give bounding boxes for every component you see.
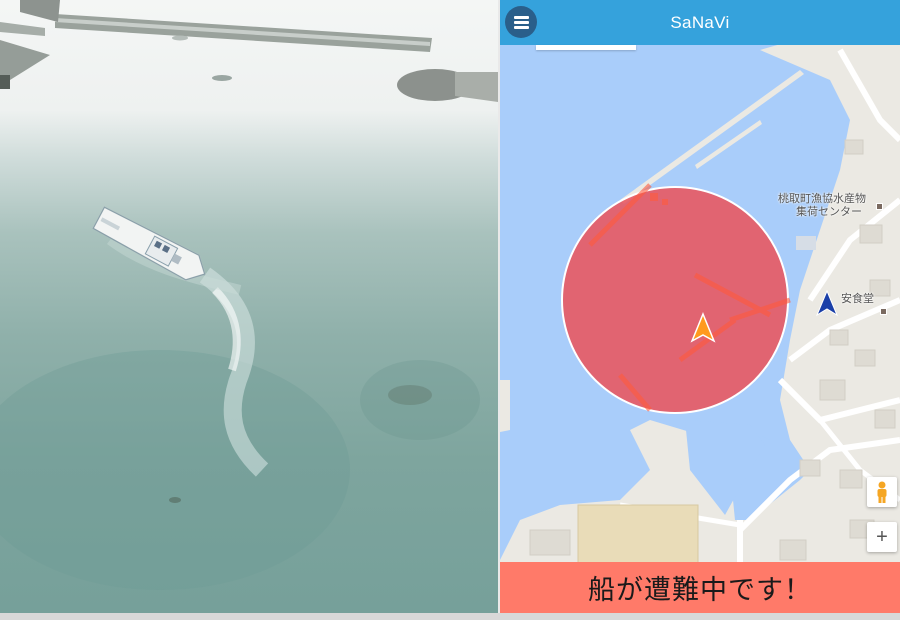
aerial-photo-scene [0,0,498,590]
menu-button[interactable] [505,6,537,38]
sanavi-app-screen: 桃取町漁協水産物 集荷センター 安食堂 SaNaVi + 船が遭難中です！ [500,0,900,613]
street-view-button[interactable] [867,477,897,507]
distress-alert-zone [561,186,789,414]
bottom-edge-bar [0,613,900,620]
poi-restaurant-pin-icon[interactable] [880,308,887,315]
poi-restaurant-label[interactable]: 安食堂 [841,292,874,305]
distress-alert-message: 船が遭難中です！ [588,575,812,606]
aerial-photo [0,0,498,613]
map-search-box[interactable] [536,45,636,50]
poi-fish-center-pin-icon[interactable] [876,203,883,210]
pegman-icon [877,481,887,503]
zoom-in-button[interactable]: + [867,522,897,552]
harbor-map[interactable] [500,0,900,613]
app-header: SaNaVi [500,0,900,45]
distress-alert-banner: 船が遭難中です！ [500,562,900,613]
poi-fish-center-line2: 集荷センター [796,205,862,218]
poi-fish-center-line1: 桃取町漁協水産物 [778,192,866,205]
poi-fish-center-label[interactable]: 桃取町漁協水産物 集荷センター [778,192,866,218]
app-title: SaNaVi [670,12,730,32]
hamburger-menu-icon [513,16,529,29]
